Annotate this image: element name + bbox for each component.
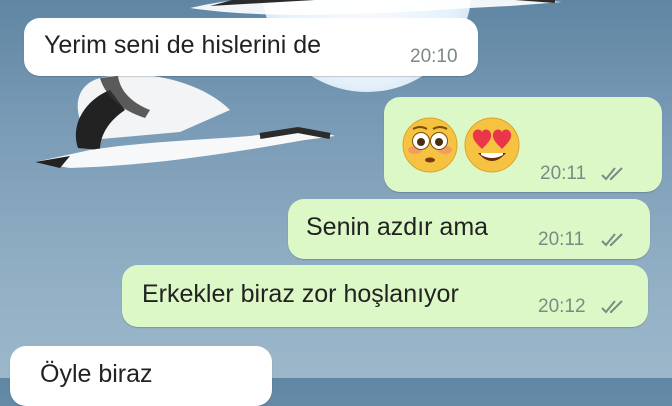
incoming-message-bubble[interactable]: Öyle biraz bbox=[10, 346, 272, 406]
double-check-read-icon bbox=[601, 167, 623, 181]
message-text: Senin azdır ama bbox=[306, 213, 489, 241]
outgoing-message-bubble[interactable]: 20:11 bbox=[384, 97, 662, 192]
message-time: 20:12 bbox=[538, 296, 586, 317]
double-check-read-icon bbox=[601, 233, 623, 247]
message-time: 20:11 bbox=[538, 229, 585, 250]
double-check-read-icon bbox=[601, 300, 623, 314]
flushed-face-emoji-icon bbox=[402, 117, 458, 173]
message-text: Erkekler biraz zor hoşlanıyor bbox=[142, 280, 459, 308]
message-text: Yerim seni de hislerini de bbox=[44, 31, 322, 59]
outgoing-message-bubble[interactable]: Senin azdır ama 20:11 bbox=[288, 199, 650, 259]
message-time: 20:11 bbox=[540, 163, 587, 184]
crane-bird-icon bbox=[35, 74, 335, 168]
incoming-message-bubble[interactable]: Yerim seni de hislerini de 20:10 bbox=[24, 18, 478, 76]
outgoing-message-bubble[interactable]: Erkekler biraz zor hoşlanıyor 20:12 bbox=[122, 265, 648, 327]
heart-eyes-emoji-icon bbox=[464, 117, 520, 173]
message-text: Öyle biraz bbox=[40, 360, 153, 388]
message-time: 20:10 bbox=[410, 46, 458, 67]
